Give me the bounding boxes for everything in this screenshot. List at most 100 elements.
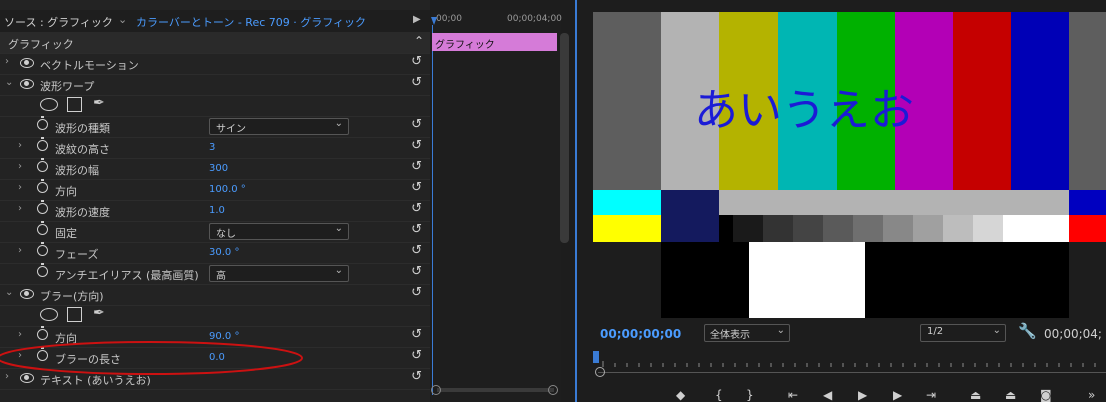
chevron-right-icon[interactable]: › xyxy=(18,329,22,340)
reset-icon[interactable]: ↺ xyxy=(411,243,422,258)
vertical-scrollbar[interactable] xyxy=(560,33,569,243)
param-value[interactable]: 100.0 ° xyxy=(209,184,246,195)
stopwatch-icon[interactable] xyxy=(37,221,48,235)
chevron-right-icon[interactable]: › xyxy=(18,161,22,172)
stopwatch-icon[interactable] xyxy=(37,200,48,214)
timeline-clip[interactable]: グラフィック xyxy=(432,33,557,51)
reset-icon[interactable]: ↺ xyxy=(411,138,422,153)
pen-mask-icon[interactable]: ✒ xyxy=(93,305,105,321)
reset-icon[interactable]: ↺ xyxy=(411,369,422,384)
clip-label[interactable]: カラーバーとトーン - Rec 709 · グラフィック xyxy=(136,14,366,30)
effect-row-wave-warp[interactable]: ⌄ 波形ワープ ↺ xyxy=(0,74,430,96)
panel-divider[interactable] xyxy=(575,0,577,402)
step-forward-icon[interactable]: ▶ xyxy=(893,388,902,402)
play-icon[interactable]: ▶ xyxy=(858,388,867,402)
param-row-phase[interactable]: › フェーズ 30.0 ° ↺ xyxy=(0,242,430,264)
chevron-down-icon[interactable]: ⌄ xyxy=(5,77,13,88)
reset-icon[interactable]: ↺ xyxy=(411,159,422,174)
param-label: 波形の幅 xyxy=(55,164,99,177)
zoom-handle[interactable] xyxy=(595,367,605,377)
marker-icon[interactable]: ◆ xyxy=(676,388,685,402)
go-to-in-icon[interactable]: ⇤ xyxy=(788,388,798,402)
zoom-handle-left[interactable] xyxy=(431,385,441,395)
mark-in-icon[interactable]: { xyxy=(715,388,723,402)
export-frame-icon[interactable]: ◙ xyxy=(1040,388,1052,402)
eye-icon[interactable] xyxy=(20,58,34,68)
zoom-handle-right[interactable] xyxy=(548,385,558,395)
stopwatch-icon[interactable] xyxy=(37,158,48,172)
playhead-handle[interactable] xyxy=(431,17,437,25)
param-value[interactable]: 1.0 xyxy=(209,205,225,216)
stopwatch-icon[interactable] xyxy=(37,179,48,193)
reset-icon[interactable]: ↺ xyxy=(411,180,422,195)
chevron-down-icon[interactable]: ⌄ xyxy=(5,287,13,298)
zoom-level-select[interactable]: 全体表示 ⌄ xyxy=(704,324,790,342)
rectangle-mask-icon[interactable] xyxy=(67,307,82,322)
pinning-select[interactable]: なし ⌄ xyxy=(209,223,349,240)
wave-type-select[interactable]: サイン ⌄ xyxy=(209,118,349,135)
param-value[interactable]: 30.0 ° xyxy=(209,247,239,258)
monitor-time-ruler[interactable] xyxy=(595,357,1106,367)
reset-icon[interactable]: ↺ xyxy=(411,201,422,216)
collapse-up-icon[interactable]: ⌃ xyxy=(414,34,424,48)
playback-resolution-select[interactable]: 1/2 ⌄ xyxy=(920,324,1006,342)
param-row-wave-type[interactable]: 波形の種類 サイン ⌄ ↺ xyxy=(0,116,430,138)
chevron-right-icon[interactable]: › xyxy=(5,56,9,67)
mid-cyan xyxy=(593,190,661,215)
rectangle-mask-icon[interactable] xyxy=(67,97,82,112)
monitor-playhead[interactable] xyxy=(593,351,599,363)
go-to-out-icon[interactable]: ⇥ xyxy=(926,388,936,402)
reset-icon[interactable]: ↺ xyxy=(411,117,422,132)
stopwatch-icon[interactable] xyxy=(37,116,48,130)
mid-blue xyxy=(1069,190,1106,215)
chevron-right-icon[interactable]: › xyxy=(18,203,22,214)
chevron-right-icon[interactable]: › xyxy=(18,140,22,151)
bar-gray xyxy=(593,12,661,190)
reset-icon[interactable]: ↺ xyxy=(411,285,422,300)
param-value[interactable]: 3 xyxy=(209,142,215,153)
eye-icon[interactable] xyxy=(20,289,34,299)
chevron-down-icon[interactable]: ⌄ xyxy=(118,13,127,26)
reset-icon[interactable]: ↺ xyxy=(411,264,422,279)
param-row-wave-width[interactable]: › 波形の幅 300 ↺ xyxy=(0,158,430,180)
wrench-icon[interactable]: 🔧 xyxy=(1018,322,1037,340)
reset-icon[interactable]: ↺ xyxy=(411,75,422,90)
ellipse-mask-icon[interactable] xyxy=(40,98,58,111)
stopwatch-icon[interactable] xyxy=(37,326,48,340)
extract-icon[interactable]: ⏏ xyxy=(1005,388,1016,402)
playhead-timecode[interactable]: 00;00;00;00 xyxy=(600,327,681,341)
effect-row-vector-motion[interactable]: › ベクトルモーション ↺ xyxy=(0,53,430,75)
effect-row-directional-blur[interactable]: ⌄ ブラー(方向) ↺ xyxy=(0,284,430,306)
lift-icon[interactable]: ⏏ xyxy=(970,388,981,402)
antialiasing-select[interactable]: 高 ⌄ xyxy=(209,265,349,282)
reset-icon[interactable]: ↺ xyxy=(411,54,422,69)
reset-icon[interactable]: ↺ xyxy=(411,327,422,342)
param-label: 波紋の高さ xyxy=(55,143,110,156)
param-row-wave-height[interactable]: › 波紋の高さ 3 ↺ xyxy=(0,137,430,159)
param-row-antialiasing[interactable]: アンチエイリアス (最高画質) 高 ⌄ ↺ xyxy=(0,263,430,285)
param-label: アンチエイリアス (最高画質) xyxy=(55,269,199,282)
param-row-pinning[interactable]: 固定 なし ⌄ ↺ xyxy=(0,221,430,243)
param-value[interactable]: 300 xyxy=(209,163,228,174)
bottom-outside xyxy=(593,242,661,318)
source-label[interactable]: ソース : グラフィック xyxy=(4,14,113,30)
stopwatch-icon[interactable] xyxy=(37,263,48,277)
chevron-right-icon[interactable]: › xyxy=(18,182,22,193)
stopwatch-icon[interactable] xyxy=(37,137,48,151)
param-row-wave-speed[interactable]: › 波形の速度 1.0 ↺ xyxy=(0,200,430,222)
reset-icon[interactable]: ↺ xyxy=(411,222,422,237)
chevron-right-icon[interactable]: › xyxy=(18,245,22,256)
pen-mask-icon[interactable]: ✒ xyxy=(93,95,105,111)
more-controls-icon[interactable]: » xyxy=(1088,388,1095,402)
horizontal-zoom-bar[interactable] xyxy=(437,388,554,392)
stopwatch-icon[interactable] xyxy=(37,242,48,256)
play-triangle-icon[interactable]: ▶ xyxy=(413,14,421,25)
step-back-icon[interactable]: ◀ xyxy=(823,388,832,402)
zoom-scroll-track[interactable] xyxy=(598,372,1106,373)
reset-icon[interactable]: ↺ xyxy=(411,348,422,363)
param-row-direction[interactable]: › 方向 100.0 ° ↺ xyxy=(0,179,430,201)
eye-icon[interactable] xyxy=(20,79,34,89)
mark-out-icon[interactable]: } xyxy=(746,388,754,402)
ellipse-mask-icon[interactable] xyxy=(40,308,58,321)
mask-tools-row: ✒ xyxy=(0,95,430,117)
